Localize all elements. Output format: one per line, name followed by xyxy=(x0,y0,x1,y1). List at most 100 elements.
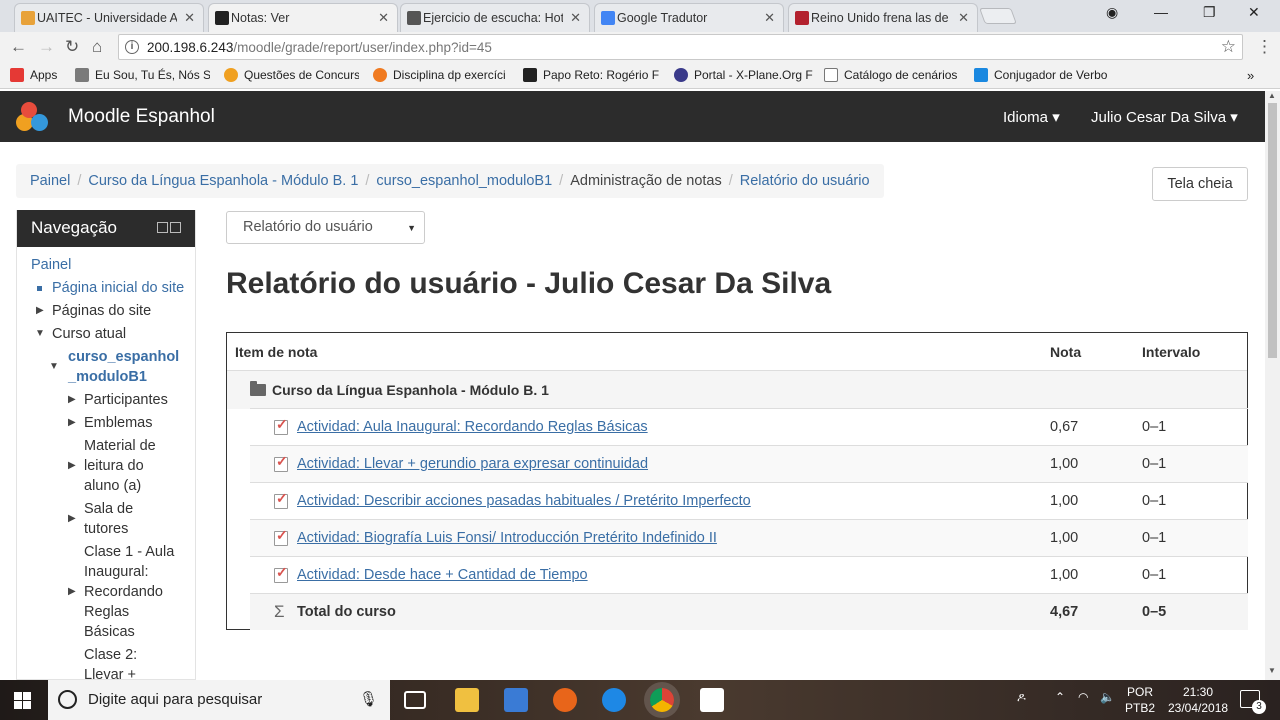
nav-site-pages[interactable]: ▶ Páginas do site xyxy=(36,301,151,321)
chrome-icon[interactable] xyxy=(650,688,674,712)
tab-google-tradutor[interactable]: Google Tradutor ✕ xyxy=(594,3,784,32)
page-title: Relatório do usuário - Julio Cesar Da Si… xyxy=(226,267,832,300)
breadcrumb-course[interactable]: Curso da Língua Espanhola - Módulo B. 1 xyxy=(88,173,358,189)
taskbar-search[interactable]: Digite aqui para pesquisar 🎙 xyxy=(48,680,390,720)
total-row: Σ Total do curso 4,67 0–5 xyxy=(250,593,1248,630)
input-language[interactable]: POR PTB2 xyxy=(1122,684,1158,716)
network-icon[interactable]: ◠ xyxy=(1078,690,1088,704)
nav-clase-2[interactable]: Clase 2: Llevar + xyxy=(84,645,137,679)
nav-tutors[interactable]: ▶ Sala de tutores xyxy=(68,499,133,539)
profile-icon[interactable]: ◉ xyxy=(1106,4,1118,21)
fullscreen-button[interactable]: Tela cheia xyxy=(1152,167,1248,201)
breadcrumb-course-short[interactable]: curso_espanhol_moduloB1 xyxy=(376,173,552,189)
close-icon[interactable]: ✕ xyxy=(570,10,581,26)
bookmark-favicon-icon xyxy=(75,68,89,82)
minimize-icon[interactable]: — xyxy=(1154,4,1168,20)
close-icon[interactable]: ✕ xyxy=(764,10,775,26)
range-value: 0–1 xyxy=(1142,493,1167,509)
close-icon[interactable]: ✕ xyxy=(378,10,389,26)
collapse-block-icon[interactable] xyxy=(157,222,168,233)
home-icon[interactable]: ⌂ xyxy=(92,37,102,57)
category-row: Curso da Língua Espanhola - Módulo B. 1 xyxy=(227,371,1247,409)
tab-uaitec[interactable]: UAITEC - Universidade A ✕ xyxy=(14,3,204,32)
info-icon[interactable]: i xyxy=(125,40,139,54)
tab-notas[interactable]: Notas: Ver ✕ xyxy=(208,3,398,32)
bookmark-star-icon[interactable]: ☆ xyxy=(1221,37,1236,57)
bookmark-item[interactable]: Questões de Concurs xyxy=(224,68,359,82)
bookmark-favicon-icon xyxy=(523,68,537,82)
bookmark-apps[interactable]: Apps xyxy=(10,68,57,82)
volume-icon[interactable]: 🔈 xyxy=(1100,690,1115,704)
task-view-icon[interactable] xyxy=(404,691,426,709)
bookmark-favicon-icon xyxy=(224,68,238,82)
language-menu[interactable]: Idioma ▾ xyxy=(1003,108,1060,126)
assignment-icon xyxy=(274,527,288,546)
bookmark-item[interactable]: Papo Reto: Rogério F xyxy=(523,68,663,82)
grade-value: 1,00 xyxy=(1050,530,1079,546)
page-icon xyxy=(824,68,838,82)
grade-item-link[interactable]: Actividad: Llevar + gerundio para expres… xyxy=(297,456,648,472)
nav-course-short[interactable]: ▼ curso_espanhol _moduloB1 xyxy=(49,347,179,387)
site-name[interactable]: Moodle Espanhol xyxy=(68,106,215,128)
nav-material[interactable]: ▶ Material de leitura do aluno (a) xyxy=(68,436,156,496)
breadcrumb-user-report[interactable]: Relatório do usuário xyxy=(740,173,870,189)
tab-ejercicio[interactable]: Ejercicio de escucha: Hot ✕ xyxy=(400,3,590,32)
grade-item-link[interactable]: Actividad: Desde hace + Cantidad de Tiem… xyxy=(297,567,588,583)
forward-icon[interactable]: → xyxy=(38,37,55,57)
restore-icon[interactable]: ❐ xyxy=(1203,4,1216,21)
cortana-icon xyxy=(58,690,77,709)
notifications-icon[interactable]: 3 xyxy=(1240,690,1266,714)
menu-icon[interactable]: ⋮ xyxy=(1256,37,1273,57)
report-select[interactable]: Relatório do usuário ▼ xyxy=(226,211,425,244)
clock[interactable]: 21:30 23/04/2018 xyxy=(1168,684,1228,716)
windows-start-icon[interactable] xyxy=(14,692,31,709)
scroll-up-icon[interactable]: ▲ xyxy=(1268,91,1276,100)
dock-block-icon[interactable] xyxy=(170,222,181,233)
store-icon[interactable] xyxy=(504,688,528,712)
moodle-logo-icon[interactable] xyxy=(16,102,48,132)
nav-current-course[interactable]: ▼ Curso atual xyxy=(35,324,126,344)
bookmark-item[interactable]: Catálogo de cenários xyxy=(824,68,964,82)
user-menu[interactable]: Julio Cesar Da Silva ▾ xyxy=(1091,108,1238,126)
total-grade: 4,67 xyxy=(1050,604,1079,620)
breadcrumb-painel[interactable]: Painel xyxy=(30,173,70,189)
nav-painel[interactable]: Painel xyxy=(31,255,71,275)
grade-item-link[interactable]: Actividad: Aula Inaugural: Recordando Re… xyxy=(297,419,648,435)
column-header-item: Item de nota xyxy=(235,344,318,360)
nav-badges[interactable]: ▶ Emblemas xyxy=(68,413,153,433)
assignment-icon xyxy=(274,416,288,435)
close-icon[interactable]: ✕ xyxy=(958,10,969,26)
grade-table: Item de nota Nota Intervalo Curso da Lín… xyxy=(226,332,1248,630)
close-icon[interactable]: ✕ xyxy=(184,10,195,26)
edge-icon[interactable] xyxy=(602,688,626,712)
assignment-icon xyxy=(274,564,288,583)
scroll-down-icon[interactable]: ▼ xyxy=(1268,666,1276,675)
bookmark-item[interactable]: Eu Sou, Tu És, Nós Sc xyxy=(75,68,210,82)
more-bookmarks-icon[interactable]: » xyxy=(1247,68,1254,83)
grade-item-link[interactable]: Actividad: Describir acciones pasadas ha… xyxy=(297,493,751,509)
photos-icon[interactable] xyxy=(700,688,724,712)
tab-reino-unido[interactable]: Reino Unido frena las de ✕ xyxy=(788,3,978,32)
file-explorer-icon[interactable] xyxy=(455,688,479,712)
search-placeholder: Digite aqui para pesquisar xyxy=(88,691,263,708)
bookmark-item[interactable]: Portal - X-Plane.Org F xyxy=(674,68,814,82)
show-hidden-icon[interactable]: ⌃ xyxy=(1055,690,1065,704)
tab-favicon-icon xyxy=(215,11,229,25)
bookmark-item[interactable]: Disciplina dp exercíci xyxy=(373,68,510,82)
window-close-icon[interactable]: ✕ xyxy=(1248,4,1260,21)
nav-participants[interactable]: ▶ Participantes xyxy=(68,390,168,410)
grade-item-link[interactable]: Actividad: Biografía Luis Fonsi/ Introdu… xyxy=(297,530,717,546)
nav-clase-1[interactable]: ▶ Clase 1 - Aula Inaugural: Recordando Regla… xyxy=(68,542,174,642)
people-icon[interactable]: ዶ xyxy=(1017,690,1026,705)
firefox-icon[interactable] xyxy=(553,688,577,712)
category-name: Curso da Língua Espanhola - Módulo B. 1 xyxy=(272,382,549,398)
microphone-icon[interactable]: 🎙 xyxy=(359,690,378,708)
address-bar[interactable]: i 200.198.6.243/moodle/grade/report/user… xyxy=(118,34,1243,60)
reload-icon[interactable]: ↻ xyxy=(65,37,79,57)
nav-home[interactable]: Página inicial do site xyxy=(37,278,184,298)
new-tab-button[interactable] xyxy=(979,8,1017,24)
bookmark-item[interactable]: Conjugador de Verbo xyxy=(974,68,1114,82)
back-icon[interactable]: ← xyxy=(10,37,27,57)
total-label: Total do curso xyxy=(297,604,396,620)
page-scrollbar[interactable]: ▲ ▼ xyxy=(1265,91,1280,680)
